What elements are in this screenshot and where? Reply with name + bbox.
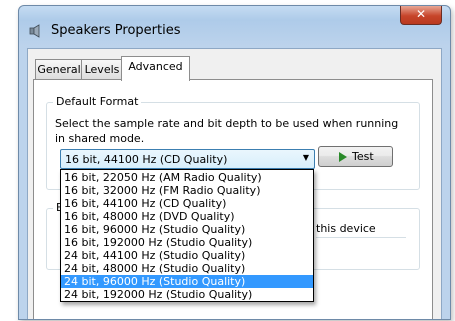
dropdown-option[interactable]: 16 bit, 48000 Hz (DVD Quality) bbox=[61, 210, 313, 223]
group-divider bbox=[316, 237, 406, 238]
chevron-down-icon: ▼ bbox=[302, 153, 309, 162]
tab-general[interactable]: General bbox=[35, 59, 83, 80]
format-description-line2: in shared mode. bbox=[55, 132, 145, 145]
default-format-label: Default Format bbox=[53, 95, 142, 108]
dropdown-option[interactable]: 24 bit, 192000 Hz (Studio Quality) bbox=[61, 288, 313, 301]
close-button[interactable]: ✕ bbox=[400, 6, 442, 25]
sample-rate-select-value: 16 bit, 44100 Hz (CD Quality) bbox=[65, 153, 228, 166]
dropdown-option[interactable]: 24 bit, 48000 Hz (Studio Quality) bbox=[61, 262, 313, 275]
title-bar[interactable]: Speakers Properties ✕ bbox=[19, 6, 450, 48]
test-button[interactable]: Test bbox=[318, 146, 393, 167]
dropdown-option[interactable]: 16 bit, 96000 Hz (Studio Quality) bbox=[61, 223, 313, 236]
speaker-icon bbox=[29, 24, 40, 38]
dropdown-option[interactable]: 16 bit, 192000 Hz (Studio Quality) bbox=[61, 236, 313, 249]
test-button-label: Test bbox=[352, 150, 374, 163]
dropdown-option[interactable]: 16 bit, 32000 Hz (FM Radio Quality) bbox=[61, 184, 313, 197]
dropdown-option-highlighted[interactable]: 24 bit, 96000 Hz (Studio Quality) bbox=[61, 275, 313, 288]
tab-levels[interactable]: Levels bbox=[81, 59, 123, 80]
exclusive-mode-text: this device bbox=[316, 222, 376, 235]
dropdown-option[interactable]: 16 bit, 44100 Hz (CD Quality) bbox=[61, 197, 313, 210]
tab-advanced[interactable]: Advanced bbox=[121, 56, 190, 81]
dropdown-option[interactable]: 16 bit, 22050 Hz (AM Radio Quality) bbox=[61, 171, 313, 184]
sample-rate-select[interactable]: 16 bit, 44100 Hz (CD Quality) ▼ bbox=[60, 149, 315, 169]
play-icon bbox=[339, 152, 347, 162]
dropdown-option[interactable]: 24 bit, 44100 Hz (Studio Quality) bbox=[61, 249, 313, 262]
window-title: Speakers Properties bbox=[51, 23, 181, 38]
sample-rate-dropdown-list[interactable]: 16 bit, 22050 Hz (AM Radio Quality) 16 b… bbox=[60, 169, 314, 302]
format-description-line1: Select the sample rate and bit depth to … bbox=[55, 117, 399, 130]
